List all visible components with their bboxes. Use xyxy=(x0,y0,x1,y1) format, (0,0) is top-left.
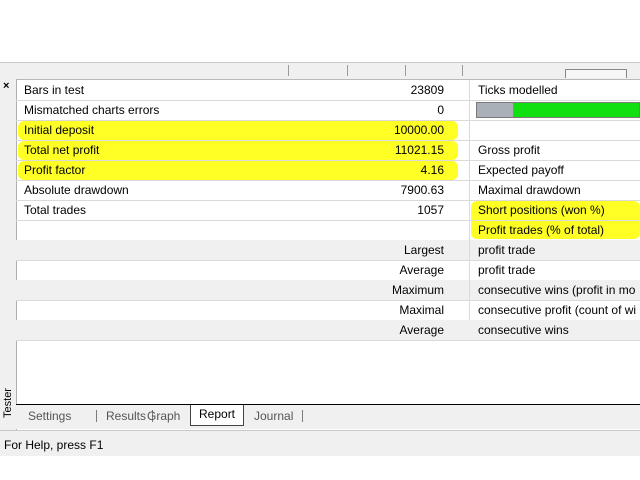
table-row: Profit factor 4.16 Expected payoff xyxy=(16,160,640,181)
tab-journal[interactable]: Journal xyxy=(254,407,293,425)
row-value: Maximum xyxy=(391,283,444,297)
tester-tabs: Settings Results Graph Report Journal xyxy=(16,404,640,429)
table-row: Total net profit 11021.15 Gross profit xyxy=(16,140,640,161)
row-value: 10000.00 xyxy=(393,123,444,137)
row-right-label: consecutive wins xyxy=(478,323,569,337)
row-label: Mismatched charts errors xyxy=(24,103,160,117)
tab-separator xyxy=(302,410,303,422)
bottom-area xyxy=(0,456,640,480)
row-right-label: profit trade xyxy=(478,243,536,257)
modelling-quality-fill xyxy=(512,103,639,117)
row-right-label: consecutive profit (count of wi xyxy=(478,303,637,317)
row-right-label: Short positions (won %) xyxy=(478,203,605,217)
table-row: Maximum consecutive wins (profit in mo xyxy=(16,280,640,301)
toolbar-separator xyxy=(347,65,348,76)
row-value: 4.16 xyxy=(420,163,444,177)
row-value: 0 xyxy=(437,103,444,117)
row-right-label: Maximal drawdown xyxy=(478,183,581,197)
toolbar-separator xyxy=(405,65,406,76)
table-row: Profit trades (% of total) xyxy=(16,220,640,241)
status-bar: For Help, press F1 xyxy=(0,430,640,457)
row-right-label: Expected payoff xyxy=(478,163,564,177)
top-toolbar-strip xyxy=(0,62,640,80)
row-value: Average xyxy=(399,323,444,337)
tester-sidebar: × xyxy=(0,79,17,430)
tab-separator xyxy=(96,410,97,422)
table-row: Absolute drawdown 7900.63 Maximal drawdo… xyxy=(16,180,640,201)
table-row: Total trades 1057 Short positions (won %… xyxy=(16,200,640,221)
row-label: Bars in test xyxy=(24,83,85,97)
row-right-label: Ticks modelled xyxy=(478,83,558,97)
status-text: For Help, press F1 xyxy=(4,438,104,452)
row-right-label: Profit trades (% of total) xyxy=(478,223,605,237)
row-value: 1057 xyxy=(417,203,444,217)
table-row: Initial deposit 10000.00 xyxy=(16,120,640,141)
row-value: 23809 xyxy=(410,83,444,97)
table-row: Bars in test 23809 Ticks modelled xyxy=(16,80,640,101)
table-row: Average profit trade xyxy=(16,260,640,281)
row-label: Total trades xyxy=(24,203,87,217)
row-label: Initial deposit xyxy=(24,123,95,137)
row-right-label: profit trade xyxy=(478,263,536,277)
row-value: 7900.63 xyxy=(400,183,444,197)
row-value: Average xyxy=(399,263,444,277)
tab-report[interactable]: Report xyxy=(190,405,245,426)
row-value: 11021.15 xyxy=(394,143,444,157)
row-value: Maximal xyxy=(399,303,444,317)
table-row: Largest profit trade xyxy=(16,240,640,261)
report-table: Bars in test 23809 Ticks modelled Mismat… xyxy=(16,80,640,342)
column-divider xyxy=(469,80,470,320)
toolbar-separator xyxy=(462,65,463,76)
table-row: Average consecutive wins xyxy=(16,320,640,341)
row-right-label: Gross profit xyxy=(478,143,541,157)
modelling-quality-bar xyxy=(476,102,640,118)
row-label: Profit factor xyxy=(24,163,86,177)
tab-graph[interactable]: Graph xyxy=(147,407,180,425)
row-label: Absolute drawdown xyxy=(24,183,129,197)
tab-settings[interactable]: Settings xyxy=(28,407,71,425)
row-label: Total net profit xyxy=(24,143,100,157)
tester-label: Tester xyxy=(2,388,14,418)
row-value: Largest xyxy=(403,243,444,257)
toolbar-tab-edge xyxy=(565,69,627,78)
tab-results[interactable]: Results xyxy=(106,407,146,425)
close-icon[interactable]: × xyxy=(3,81,9,92)
row-right-label: consecutive wins (profit in mo xyxy=(478,283,636,297)
toolbar-separator xyxy=(288,65,289,76)
table-row: Maximal consecutive profit (count of wi xyxy=(16,300,640,321)
